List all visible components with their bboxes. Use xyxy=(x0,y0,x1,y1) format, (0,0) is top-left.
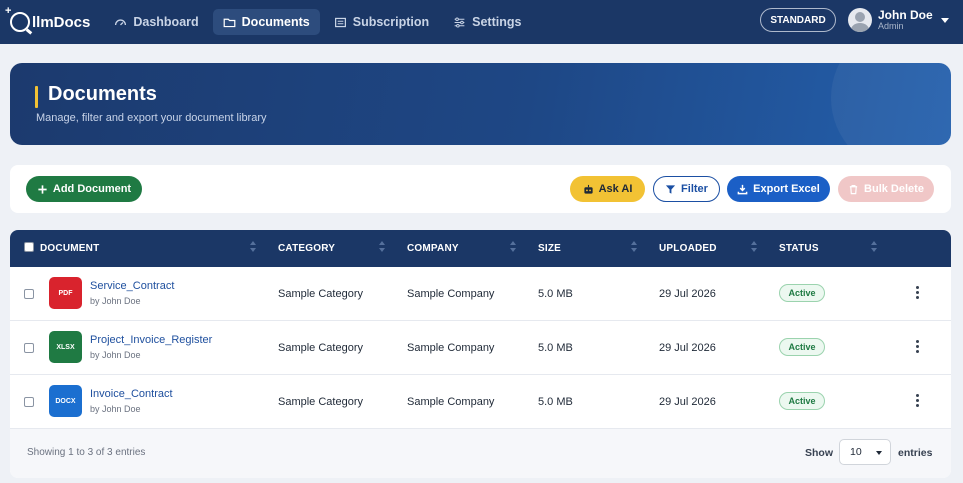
row-checkbox[interactable] xyxy=(24,397,34,407)
pdf-file-icon: PDF xyxy=(49,277,82,309)
document-name-link[interactable]: Invoice_Contract xyxy=(90,388,173,400)
size-cell: 5.0 MB xyxy=(538,396,573,408)
document-name-link[interactable]: Project_Invoice_Register xyxy=(90,334,212,346)
nav-label: Subscription xyxy=(352,15,430,29)
entries-info: Showing 1 to 3 of 3 entries xyxy=(27,447,146,458)
company-cell: Sample Company xyxy=(407,342,495,354)
plus-icon xyxy=(38,184,47,194)
sliders-icon xyxy=(454,16,465,28)
ask-ai-button[interactable]: Ask AI xyxy=(570,176,645,202)
column-header-status[interactable]: STATUS xyxy=(779,243,819,254)
size-cell: 5.0 MB xyxy=(538,288,573,300)
sort-icon[interactable] xyxy=(379,241,385,255)
sort-icon[interactable] xyxy=(631,241,637,255)
document-owner: by John Doe xyxy=(90,404,141,414)
page-subtitle: Manage, filter and export your document … xyxy=(36,112,267,124)
row-checkbox[interactable] xyxy=(24,289,34,299)
avatar xyxy=(848,8,872,32)
uploaded-cell: 29 Jul 2026 xyxy=(659,396,716,408)
brand-name: llmDocs xyxy=(32,13,91,31)
caret-down-icon xyxy=(940,17,949,23)
table-header: DOCUMENT CATEGORY COMPANY SIZE UPLOADED … xyxy=(10,230,951,267)
sort-icon[interactable] xyxy=(510,241,516,255)
docx-file-icon: DOCX xyxy=(49,385,82,417)
more-actions-icon[interactable] xyxy=(916,286,920,300)
folder-icon xyxy=(223,18,236,27)
export-excel-label: Export Excel xyxy=(753,183,820,195)
table-footer: Showing 1 to 3 of 3 entries Show 10 entr… xyxy=(10,429,951,478)
company-cell: Sample Company xyxy=(407,396,495,408)
nav-label: Settings xyxy=(472,15,522,29)
page-title: Documents xyxy=(48,83,157,105)
user-role: Admin xyxy=(878,21,904,31)
sort-icon[interactable] xyxy=(250,241,256,255)
dashboard-icon xyxy=(115,18,127,25)
robot-icon xyxy=(583,184,593,194)
company-cell: Sample Company xyxy=(407,288,495,300)
download-icon xyxy=(737,184,748,194)
column-header-uploaded[interactable]: UPLOADED xyxy=(659,243,717,254)
plan-badge[interactable]: STANDARD xyxy=(760,8,836,32)
subscription-icon xyxy=(334,17,346,27)
uploaded-cell: 29 Jul 2026 xyxy=(659,288,716,300)
table-row[interactable]: PDF Service_Contract by John Doe Sample … xyxy=(10,267,951,321)
select-all-checkbox[interactable] xyxy=(24,242,34,252)
export-excel-button[interactable]: Export Excel xyxy=(727,176,830,202)
bulk-delete-label: Bulk Delete xyxy=(864,183,924,195)
document-owner: by John Doe xyxy=(90,296,141,306)
ask-ai-label: Ask AI xyxy=(598,183,633,195)
category-cell: Sample Category xyxy=(278,288,363,300)
category-cell: Sample Category xyxy=(278,342,363,354)
nav-item-dashboard[interactable]: Dashboard xyxy=(104,9,208,35)
main-nav: Dashboard Documents Subscription Setting… xyxy=(104,9,531,35)
row-checkbox[interactable] xyxy=(24,343,34,353)
bulk-delete-button[interactable]: Bulk Delete xyxy=(838,176,934,202)
nav-item-subscription[interactable]: Subscription xyxy=(324,9,439,35)
column-header-document[interactable]: DOCUMENT xyxy=(40,243,99,254)
category-cell: Sample Category xyxy=(278,396,363,408)
user-name: John Doe xyxy=(878,8,933,22)
filter-button[interactable]: Filter xyxy=(653,176,720,202)
column-header-category[interactable]: CATEGORY xyxy=(278,243,335,254)
trash-icon xyxy=(849,184,858,194)
show-label: Show xyxy=(805,447,833,459)
add-document-button[interactable]: Add Document xyxy=(26,176,142,202)
nav-label: Dashboard xyxy=(133,15,199,29)
table-row[interactable]: DOCX Invoice_Contract by John Doe Sample… xyxy=(10,375,951,429)
entries-label: entries xyxy=(898,447,933,459)
filter-label: Filter xyxy=(681,183,708,195)
uploaded-cell: 29 Jul 2026 xyxy=(659,342,716,354)
document-toolbar: Add Document Ask AI Filter Export Excel … xyxy=(10,165,951,213)
xlsx-file-icon: XLSX xyxy=(49,331,82,363)
nav-item-settings[interactable]: Settings xyxy=(443,9,531,35)
top-navbar: llmDocs Dashboard Documents Subscription… xyxy=(0,0,963,44)
document-name-link[interactable]: Service_Contract xyxy=(90,280,174,292)
brand-logo[interactable]: llmDocs xyxy=(5,5,91,32)
filter-icon xyxy=(665,184,676,194)
more-actions-icon[interactable] xyxy=(916,340,920,354)
sort-icon[interactable] xyxy=(871,241,877,255)
column-header-size[interactable]: SIZE xyxy=(538,243,561,254)
add-document-label: Add Document xyxy=(52,183,132,195)
table-row[interactable]: XLSX Project_Invoice_Register by John Do… xyxy=(10,321,951,375)
title-accent-bar xyxy=(35,86,38,108)
nav-item-documents[interactable]: Documents xyxy=(212,9,320,35)
column-header-company[interactable]: COMPANY xyxy=(407,243,459,254)
brand-logo-icon xyxy=(5,5,30,32)
page-hero: Documents Manage, filter and export your… xyxy=(10,63,951,145)
nav-label: Documents xyxy=(241,15,310,29)
status-badge: Active xyxy=(779,284,825,302)
user-menu[interactable]: John Doe Admin xyxy=(848,8,949,32)
status-badge: Active xyxy=(779,338,825,356)
status-badge: Active xyxy=(779,392,825,410)
more-actions-icon[interactable] xyxy=(916,394,920,408)
document-owner: by John Doe xyxy=(90,350,141,360)
size-cell: 5.0 MB xyxy=(538,342,573,354)
sort-icon[interactable] xyxy=(751,241,757,255)
entries-per-page-select[interactable]: 10 xyxy=(839,439,891,465)
documents-table: DOCUMENT CATEGORY COMPANY SIZE UPLOADED … xyxy=(10,230,951,478)
